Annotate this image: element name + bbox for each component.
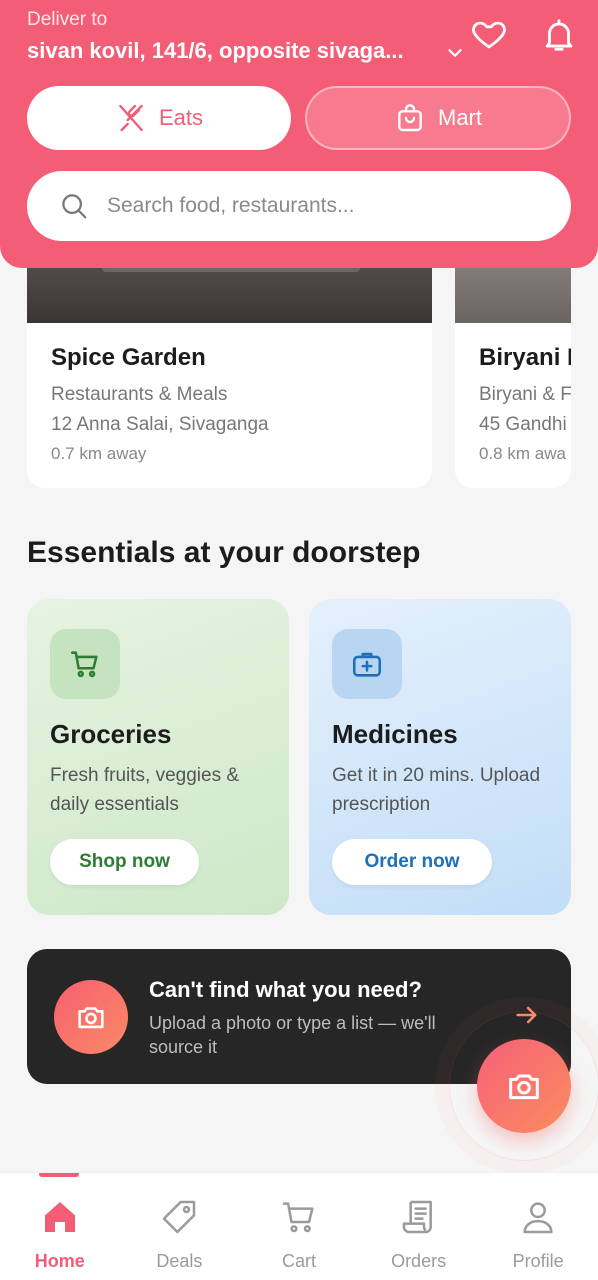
cart-icon	[50, 629, 120, 699]
tab-mart-label: Mart	[438, 105, 482, 130]
restaurant-card[interactable]: Spice Garden Restaurants & Meals 12 Anna…	[27, 240, 432, 488]
delivery-address[interactable]: sivan kovil, 141/6, opposite sivaga...	[27, 38, 404, 64]
fork-knife-icon	[119, 104, 143, 132]
receipt-icon	[402, 1200, 432, 1234]
groceries-subtitle: Fresh fruits, veggies & daily essentials	[50, 765, 240, 815]
restaurant-card[interactable]: Biryani P Biryani & F 45 Gandhi 0.8 km a…	[455, 240, 571, 488]
restaurant-name: Spice Garden	[51, 344, 206, 371]
shop-now-button[interactable]: Shop now	[50, 839, 199, 885]
restaurant-category: Restaurants & Meals	[51, 384, 228, 405]
section-title: Essentials at your doorstep	[27, 536, 421, 569]
tab-mart[interactable]: Mart	[305, 86, 571, 150]
promo-title: Can't find what you need?	[149, 977, 422, 1002]
header: Deliver to sivan kovil, 141/6, opposite …	[0, 0, 598, 268]
restaurant-distance: 0.7 km away	[51, 444, 147, 463]
restaurant-name: Biryani P	[479, 344, 571, 371]
deliver-label: Deliver to	[27, 9, 108, 30]
groceries-card[interactable]: Groceries Fresh fruits, veggies & daily …	[27, 599, 289, 915]
tag-icon	[163, 1200, 196, 1234]
restaurant-distance: 0.8 km awa	[479, 444, 566, 463]
camera-icon	[509, 1074, 539, 1100]
nav-label: Orders	[391, 1251, 447, 1271]
nav-home[interactable]: Home	[0, 1173, 120, 1280]
nav-label: Home	[34, 1251, 85, 1271]
home-icon	[44, 1202, 75, 1232]
nav-label: Cart	[281, 1251, 316, 1271]
medicines-title: Medicines	[332, 719, 458, 749]
cart-icon	[282, 1202, 314, 1233]
heart-icon[interactable]	[470, 16, 508, 54]
nav-cart[interactable]: Cart	[239, 1173, 359, 1280]
order-now-button[interactable]: Order now	[332, 839, 492, 885]
restaurant-category: Biryani & F	[479, 384, 571, 405]
bottom-nav: Home Deals Cart Orders Profile	[0, 1172, 598, 1280]
search-bar[interactable]	[27, 171, 571, 241]
medicines-card[interactable]: Medicines Get it in 20 mins. Upload pres…	[309, 599, 571, 915]
bell-icon[interactable]	[540, 16, 578, 54]
restaurant-address: 45 Gandhi	[479, 414, 567, 435]
active-tab-indicator	[39, 1173, 79, 1177]
tab-eats[interactable]: Eats	[27, 86, 291, 150]
search-input[interactable]	[107, 194, 527, 218]
nav-label: Profile	[512, 1251, 564, 1271]
chevron-down-icon[interactable]	[444, 42, 466, 64]
promo-subtitle: Upload a photo or type a list — we'll so…	[149, 1013, 436, 1057]
medicines-subtitle: Get it in 20 mins. Upload prescription	[332, 765, 541, 815]
tab-eats-label: Eats	[158, 105, 204, 130]
nav-profile[interactable]: Profile	[478, 1173, 598, 1280]
shopping-bag-icon	[398, 104, 422, 132]
nav-deals[interactable]: Deals	[120, 1173, 240, 1280]
restaurant-address: 12 Anna Salai, Sivaganga	[51, 414, 269, 435]
nav-orders[interactable]: Orders	[359, 1173, 479, 1280]
search-icon	[62, 194, 87, 219]
nav-label: Deals	[156, 1251, 203, 1271]
medical-kit-icon	[332, 629, 402, 699]
camera-fab-button[interactable]	[477, 1039, 571, 1133]
user-icon	[523, 1202, 553, 1234]
groceries-title: Groceries	[50, 719, 172, 749]
camera-icon	[54, 980, 128, 1054]
